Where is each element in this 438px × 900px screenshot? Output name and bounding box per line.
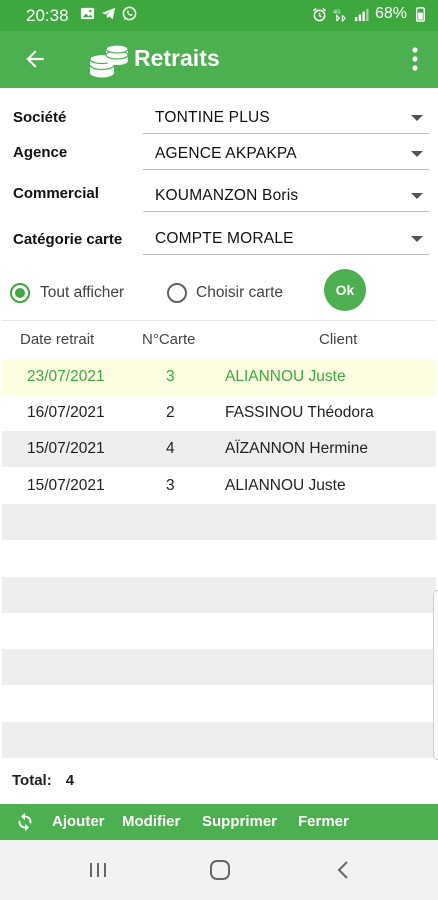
alarm-icon — [312, 7, 327, 21]
add-button[interactable]: Ajouter — [52, 813, 105, 830]
dropdown-caret-icon — [411, 193, 423, 199]
system-nav-bar — [0, 840, 438, 900]
cell-date: 15/07/2021 — [27, 440, 105, 457]
withdrawals-table: Date retrait N°Carte Client 23/07/2021 3… — [2, 320, 436, 760]
app-bar: Retraits — [0, 31, 438, 88]
system-icons: 4G 68% — [312, 5, 428, 23]
dropdown-caret-icon — [411, 115, 423, 121]
societe-value: TONTINE PLUS — [155, 109, 270, 126]
empty-row — [2, 613, 436, 649]
cell-card: 3 — [166, 368, 175, 385]
edit-button[interactable]: Modifier — [122, 813, 180, 830]
status-bar: 20:38 4G 68% — [0, 0, 438, 31]
ok-button[interactable]: Ok — [324, 269, 366, 311]
radio-tout-afficher[interactable] — [10, 283, 30, 303]
agence-value: AGENCE AKPAKPA — [155, 145, 297, 162]
scroll-handle[interactable] — [433, 590, 438, 760]
whatsapp-icon — [122, 6, 137, 21]
cell-client: FASSINOU Théodora — [225, 404, 374, 421]
page-title: Retraits — [134, 45, 220, 71]
overflow-menu-icon[interactable] — [410, 45, 420, 73]
notification-icons — [80, 6, 137, 21]
total-count: 4 — [65, 772, 75, 789]
categorie-row: Catégorie carte COMPTE MORALE — [0, 222, 438, 258]
agence-row: Agence AGENCE AKPAKPA — [0, 136, 438, 172]
total-label: Total: — [12, 772, 52, 789]
back-icon[interactable] — [332, 858, 356, 882]
empty-row — [2, 577, 436, 613]
refresh-icon[interactable] — [14, 811, 36, 833]
commercial-value: KOUMANZON Boris — [155, 187, 299, 204]
dropdown-caret-icon — [411, 151, 423, 157]
close-button[interactable]: Fermer — [298, 813, 349, 830]
delete-button[interactable]: Supprimer — [202, 813, 277, 830]
cell-card: 2 — [166, 404, 175, 421]
commercial-row: Commercial KOUMANZON Boris — [0, 176, 438, 212]
tout-afficher-label[interactable]: Tout afficher — [40, 284, 124, 302]
table-row[interactable]: 15/07/2021 3 ALIANNOU Juste — [2, 468, 436, 504]
agence-label: Agence — [13, 144, 68, 161]
battery-percent: 68% — [374, 5, 407, 22]
coins-icon — [89, 44, 129, 78]
commercial-select[interactable]: KOUMANZON Boris — [143, 180, 429, 212]
column-header-client: Client — [319, 331, 358, 348]
empty-row — [2, 685, 436, 721]
radio-choisir-carte[interactable] — [167, 283, 187, 303]
signal-bars-icon — [354, 8, 369, 21]
table-row[interactable]: 15/07/2021 4 AÏZANNON Hermine — [2, 431, 436, 467]
empty-row — [2, 504, 436, 540]
home-icon[interactable] — [208, 858, 232, 882]
empty-row — [2, 540, 436, 576]
table-row[interactable]: 23/07/2021 3 ALIANNOU Juste — [2, 359, 436, 395]
cell-client: ALIANNOU Juste — [225, 477, 346, 494]
cell-client: AÏZANNON Hermine — [225, 440, 368, 457]
cell-card: 3 — [166, 477, 175, 494]
cell-client: ALIANNOU Juste — [225, 368, 346, 385]
empty-row — [2, 649, 436, 685]
cell-card: 4 — [166, 440, 175, 457]
choisir-carte-label[interactable]: Choisir carte — [196, 284, 283, 302]
cell-date: 16/07/2021 — [27, 404, 105, 421]
categorie-select[interactable]: COMPTE MORALE — [143, 223, 429, 255]
dropdown-caret-icon — [411, 236, 423, 242]
recent-apps-icon[interactable] — [86, 858, 110, 882]
total-summary: Total: 4 — [12, 772, 74, 789]
column-header-date: Date retrait — [20, 331, 95, 348]
categorie-value: COMPTE MORALE — [155, 230, 294, 247]
table-row[interactable]: 16/07/2021 2 FASSINOU Théodora — [2, 395, 436, 431]
filter-row: Tout afficher Choisir carte — [0, 270, 438, 316]
telegram-icon — [101, 7, 116, 20]
agence-select[interactable]: AGENCE AKPAKPA — [143, 138, 429, 170]
empty-row — [2, 722, 436, 758]
societe-select[interactable]: TONTINE PLUS — [143, 102, 429, 134]
cell-date: 15/07/2021 — [27, 477, 105, 494]
battery-icon — [416, 6, 425, 22]
societe-label: Société — [13, 109, 67, 126]
status-time: 20:38 — [26, 6, 69, 25]
societe-row: Société TONTINE PLUS — [0, 100, 438, 136]
categorie-label: Catégorie carte — [13, 231, 123, 248]
column-header-card: N°Carte — [142, 331, 196, 348]
image-icon — [80, 7, 95, 20]
cell-date: 23/07/2021 — [27, 368, 105, 385]
commercial-label: Commercial — [13, 185, 99, 202]
signal-4g-icon: 4G — [333, 9, 346, 22]
action-bar: Ajouter Modifier Supprimer Fermer — [0, 804, 438, 840]
back-arrow-icon[interactable] — [22, 46, 48, 72]
